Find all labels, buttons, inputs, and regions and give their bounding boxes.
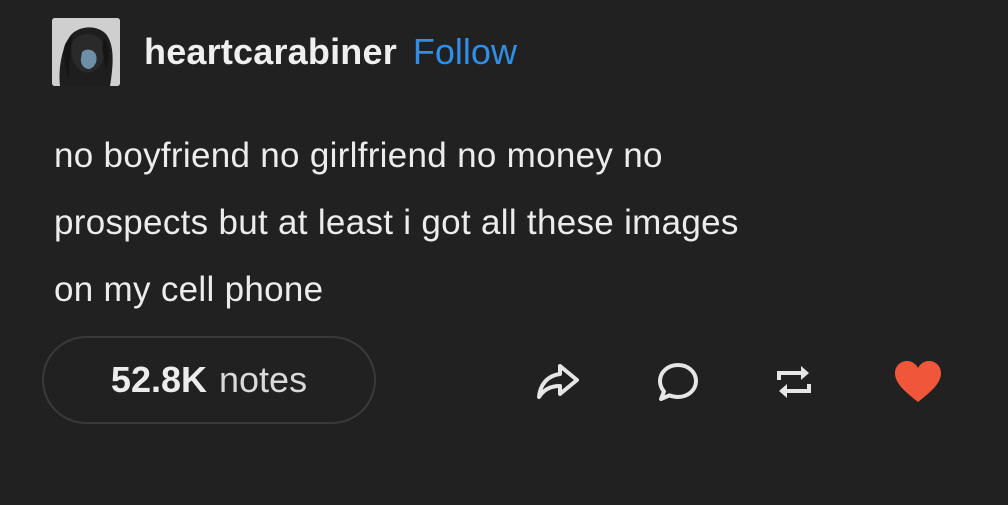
post-header: heartcarabiner Follow (52, 18, 517, 86)
like-button[interactable] (888, 352, 948, 412)
follow-button[interactable]: Follow (413, 31, 517, 73)
share-icon (537, 364, 579, 399)
post-body-line: prospects but at least i got all these i… (54, 203, 739, 242)
notes-button[interactable]: 52.8K notes (42, 336, 376, 424)
reply-button[interactable] (648, 352, 708, 412)
share-button[interactable] (528, 352, 588, 412)
post-body-line: no boyfriend no girlfriend no money no (54, 136, 663, 175)
username[interactable]: heartcarabiner (144, 31, 397, 73)
reply-icon (658, 363, 698, 401)
avatar[interactable] (52, 18, 120, 86)
post-body-line: on my cell phone (54, 270, 324, 309)
post-body: no boyfriend no girlfriend no money no p… (54, 122, 954, 323)
reblog-icon (777, 366, 811, 398)
notes-label: notes (219, 359, 308, 400)
reblog-button[interactable] (764, 352, 824, 412)
notes-count: 52.8K (110, 359, 207, 400)
avatar-image (52, 18, 120, 86)
like-heart-icon (895, 361, 941, 402)
tumblr-post: heartcarabiner Follow no boyfriend no gi… (0, 0, 1008, 505)
